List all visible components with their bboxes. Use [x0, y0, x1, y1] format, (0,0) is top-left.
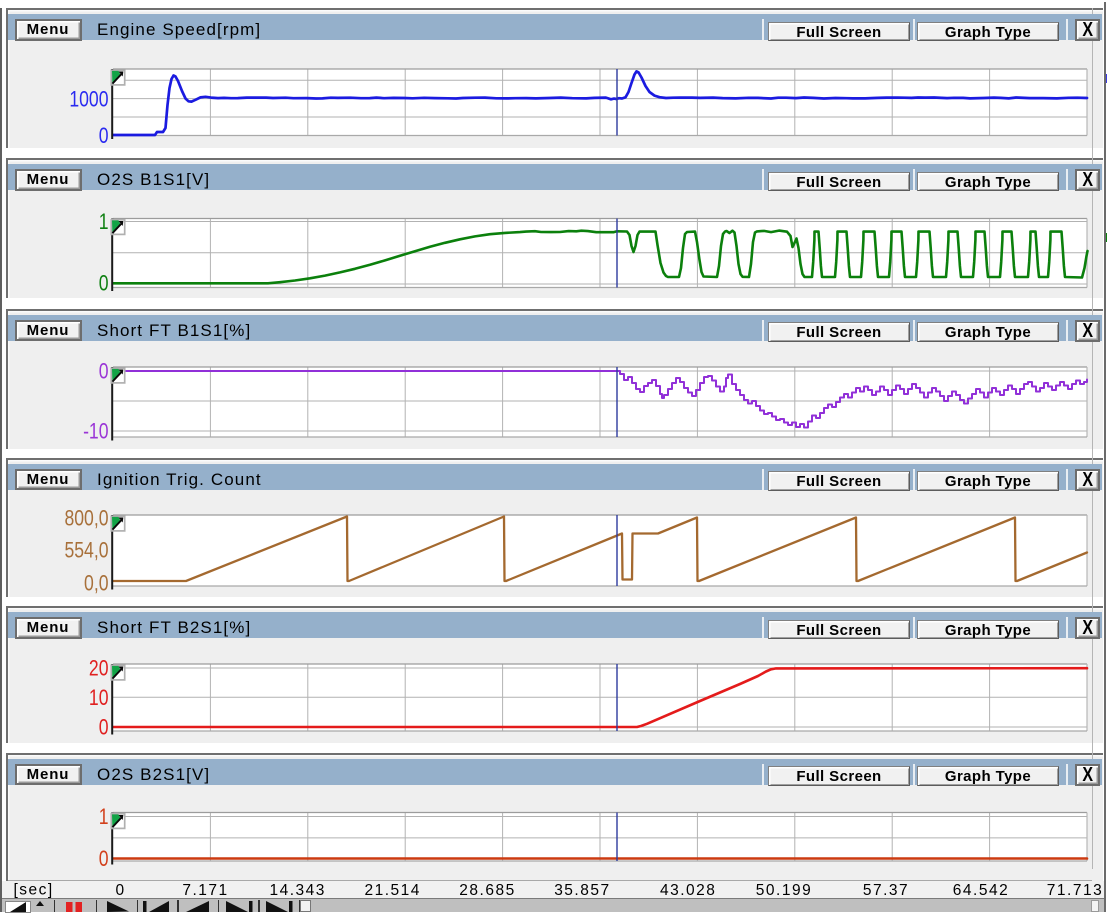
svg-text:0: 0 [116, 882, 126, 899]
svg-text:28.685: 28.685 [459, 882, 515, 899]
svg-text:64.542: 64.542 [953, 882, 1009, 899]
svg-text:0: 0 [99, 716, 109, 740]
svg-text:0,0: 0,0 [84, 572, 108, 596]
svg-text:-10: -10 [83, 420, 108, 444]
svg-text:7.171: 7.171 [182, 882, 228, 899]
svg-text:554,0: 554,0 [64, 539, 108, 563]
svg-text:20: 20 [89, 657, 109, 681]
svg-text:1: 1 [99, 805, 109, 829]
svg-text:1000: 1000 [69, 88, 108, 112]
svg-text:0: 0 [99, 272, 109, 296]
svg-text:21.514: 21.514 [364, 882, 420, 899]
svg-text:800,0: 800,0 [64, 507, 108, 531]
svg-text:35.857: 35.857 [554, 882, 610, 899]
svg-text:0: 0 [99, 124, 109, 148]
svg-text:43.028: 43.028 [660, 882, 716, 899]
svg-text:57.37: 57.37 [863, 882, 909, 899]
svg-text:[sec]: [sec] [14, 882, 54, 899]
svg-text:50.199: 50.199 [756, 882, 812, 899]
svg-text:0: 0 [99, 847, 109, 871]
svg-text:10: 10 [89, 686, 109, 710]
svg-text:71.713: 71.713 [1047, 882, 1103, 899]
svg-text:1: 1 [99, 210, 109, 234]
svg-text:0: 0 [99, 360, 109, 384]
svg-text:14.343: 14.343 [269, 882, 325, 899]
